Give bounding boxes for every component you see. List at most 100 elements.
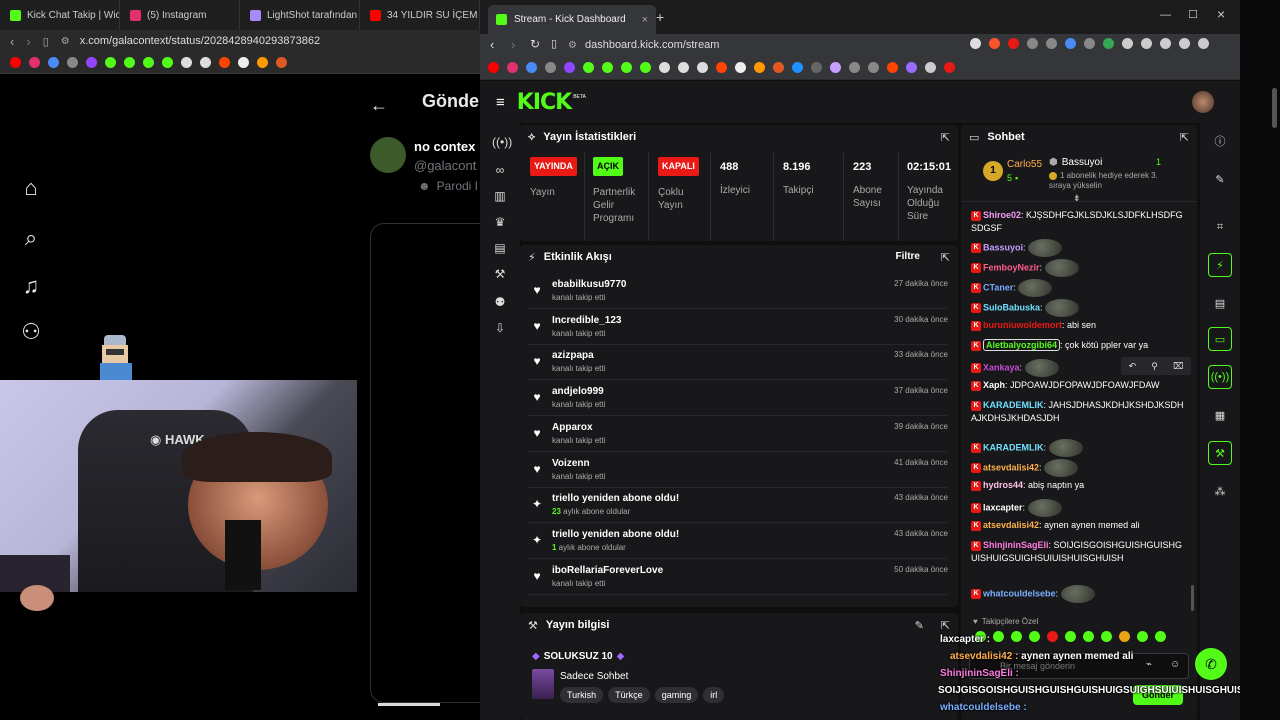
- bookmark-icon[interactable]: [887, 62, 898, 73]
- layout-icon[interactable]: ▤: [492, 241, 508, 257]
- chat-message[interactable]: K Shiroe02: KJŞSDHFGJKLSDJKLSJDFKLHSDFGSD…: [971, 209, 1185, 235]
- trophy-icon[interactable]: ♛: [492, 215, 508, 231]
- chat-message[interactable]: Klaxcapter:: [971, 499, 1185, 517]
- expand-icon[interactable]: ⇱: [941, 251, 950, 264]
- bookmark-amazon-icon[interactable]: [257, 57, 268, 68]
- link-icon[interactable]: ∞: [492, 163, 508, 179]
- chat-message[interactable]: Katsevdalisi42: aynen aynen memed ali: [971, 519, 1185, 532]
- expand-icon[interactable]: ⇱: [941, 131, 950, 144]
- bookmark-icon[interactable]: [659, 62, 670, 73]
- home-icon[interactable]: ⌂: [18, 175, 44, 201]
- bookmark-instagram-icon[interactable]: [507, 62, 518, 73]
- chat-username[interactable]: CTaner: [983, 282, 1013, 292]
- menu-icon[interactable]: [1198, 38, 1209, 49]
- top-gifter-name[interactable]: Carlo55: [1007, 159, 1042, 170]
- chat-username[interactable]: laxcapter: [983, 502, 1023, 512]
- bookmark-kick-icon[interactable]: [640, 62, 651, 73]
- bookmark-icon[interactable]: [830, 62, 841, 73]
- bookmark-amazon-icon[interactable]: [754, 62, 765, 73]
- chat-message[interactable]: K Aletbalyozgibi64: çok kötü ppler var ya: [971, 339, 1185, 352]
- extension-icon[interactable]: [1065, 38, 1076, 49]
- chat-message[interactable]: K ShinjininSagEli: SOIJGISGOISHGUISHGUISH…: [971, 539, 1185, 565]
- info-icon[interactable]: ⓘ: [1208, 129, 1232, 153]
- chat-username[interactable]: whatcouldelsebe: [983, 588, 1056, 598]
- extension-icon[interactable]: [1046, 38, 1057, 49]
- bookmark-icon[interactable]: [849, 62, 860, 73]
- share-icon[interactable]: [970, 38, 981, 49]
- hamburger-menu-icon[interactable]: ≡: [496, 94, 505, 111]
- category-thumbnail[interactable]: [532, 669, 554, 699]
- avatar[interactable]: [370, 137, 406, 173]
- bookmark-kick-icon[interactable]: [602, 62, 613, 73]
- chat-username[interactable]: ShinjininSagEli: [983, 540, 1049, 550]
- bookmark-youtube-icon[interactable]: [10, 57, 21, 68]
- extension-icon[interactable]: [1084, 38, 1095, 49]
- site-settings-icon[interactable]: ⚙: [61, 36, 70, 47]
- activity-row[interactable]: ♥ Voizenn kanalı takip etti 41 dakika önce: [528, 452, 948, 488]
- chat-message[interactable]: Kwhatcouldelsebe:: [971, 585, 1185, 603]
- bg-tab-2[interactable]: LightShot tarafından Ekran: [240, 0, 360, 30]
- chat-username[interactable]: Xankaya: [983, 362, 1020, 372]
- bookmark-youtube-icon[interactable]: [488, 62, 499, 73]
- bookmark-icon[interactable]: [545, 62, 556, 73]
- chat-scrollbar[interactable]: [1191, 585, 1194, 611]
- whatsapp-icon[interactable]: ✆: [1195, 648, 1227, 680]
- bookmark-icon[interactable]: ▯: [43, 35, 49, 48]
- bookmark-icon[interactable]: [925, 62, 936, 73]
- bell-icon[interactable]: ♫: [18, 273, 44, 299]
- chat-username[interactable]: KARADEMLIK: [983, 442, 1044, 452]
- back-arrow-icon[interactable]: ‹: [10, 34, 14, 49]
- activity-row[interactable]: ♥ azizpapa kanalı takip etti 33 dakika önce: [528, 344, 948, 381]
- bookmark-icon[interactable]: [678, 62, 689, 73]
- bolt-icon[interactable]: ⚡: [1208, 253, 1232, 277]
- expand-icon[interactable]: ⇱: [941, 619, 950, 632]
- extension-icon[interactable]: [1027, 38, 1038, 49]
- bookmark-x-icon[interactable]: [200, 57, 211, 68]
- active-tab[interactable]: Stream - Kick Dashboard ×: [488, 5, 656, 34]
- wrench-icon[interactable]: ⚒: [492, 267, 508, 283]
- wrench-icon[interactable]: ⚒: [1208, 441, 1232, 465]
- bg-url[interactable]: x.com/galacontext/status/202842894029387…: [80, 35, 320, 47]
- puzzle-icon[interactable]: [1122, 38, 1133, 49]
- bookmark-icon[interactable]: [811, 62, 822, 73]
- chat-message[interactable]: Khydros44: abiş naptın ya: [971, 479, 1185, 492]
- bookmark-twitch-icon[interactable]: [86, 57, 97, 68]
- bookmark-icon[interactable]: [773, 62, 784, 73]
- extension-icon[interactable]: [1141, 38, 1152, 49]
- collapse-icon[interactable]: ⇟: [1073, 193, 1081, 204]
- edit-icon[interactable]: ✎: [1208, 167, 1232, 191]
- chat-username[interactable]: SuloBabuska: [983, 302, 1040, 312]
- extension-icon[interactable]: [1103, 38, 1114, 49]
- bookmark-twitch-icon[interactable]: [564, 62, 575, 73]
- users-icon[interactable]: ⚉: [492, 295, 508, 311]
- bookmark-kick-icon[interactable]: [621, 62, 632, 73]
- kick-logo[interactable]: KICK: [517, 90, 572, 115]
- minimize-icon[interactable]: —: [1160, 9, 1171, 21]
- bookmark-icon[interactable]: [906, 62, 917, 73]
- chat-username[interactable]: atsevdalisi42: [983, 520, 1039, 530]
- back-arrow-icon[interactable]: ‹: [490, 37, 494, 52]
- chat-username[interactable]: hydros44: [983, 480, 1023, 490]
- chat-message[interactable]: K SuloBabuska:: [971, 299, 1185, 317]
- bookmark-icon[interactable]: [868, 62, 879, 73]
- bookmark-kick-icon[interactable]: [143, 57, 154, 68]
- activity-row[interactable]: ♥ iboRellariaForeverLove kanalı takip etti…: [528, 559, 948, 595]
- media-icon[interactable]: [1160, 38, 1171, 49]
- bookmark-x-icon[interactable]: [697, 62, 708, 73]
- expand-icon[interactable]: ⇱: [1180, 131, 1189, 144]
- tag[interactable]: Türkçe: [608, 687, 650, 703]
- reload-icon[interactable]: ↻: [530, 37, 540, 51]
- bookmark-reddit-icon[interactable]: [716, 62, 727, 73]
- chat-username[interactable]: Aletbalyozgibi64: [983, 339, 1061, 351]
- activity-row[interactable]: ♥ Incredible_123 kanalı takip etti 30 dakik…: [528, 309, 948, 345]
- add-user-icon[interactable]: ⚇: [18, 319, 44, 345]
- chat-username[interactable]: Shiroe02: [983, 210, 1021, 220]
- bookmark-icon[interactable]: [48, 57, 59, 68]
- filter-button[interactable]: Filtre: [896, 251, 920, 262]
- activity-row[interactable]: ♥ andjelo999 kanalı takip etti 37 dakika ön…: [528, 380, 948, 417]
- activity-row[interactable]: ♥ ebabilkusu9770 kanalı takip etti 27 dakik…: [528, 273, 948, 309]
- layout-icon[interactable]: ▦: [1208, 403, 1232, 427]
- nodes-icon[interactable]: ⁂: [1208, 479, 1232, 503]
- forward-arrow-icon[interactable]: ›: [26, 34, 30, 49]
- bookmark-instagram-icon[interactable]: [29, 57, 40, 68]
